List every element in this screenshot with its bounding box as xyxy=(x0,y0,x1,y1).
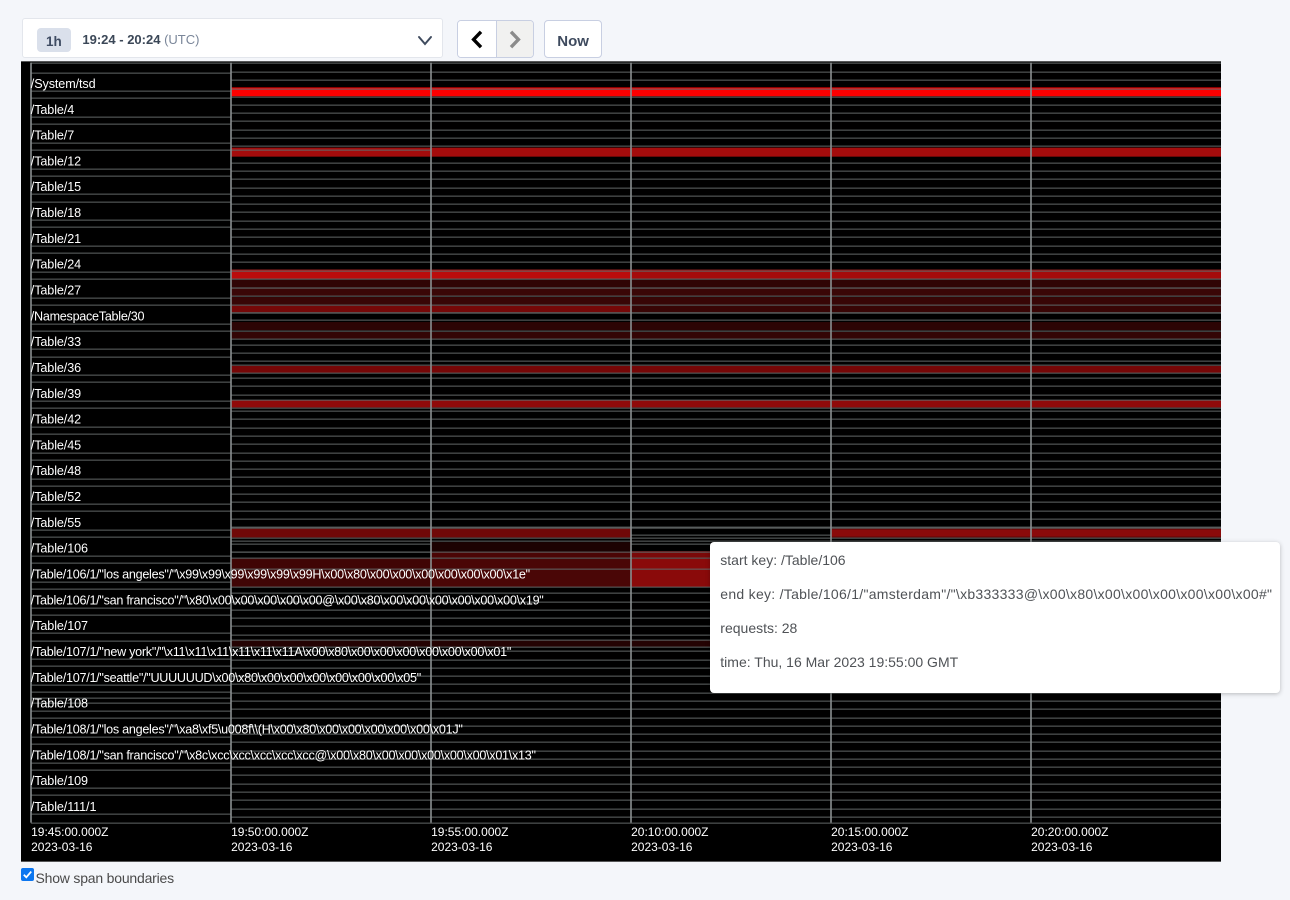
svg-text:/Table/109: /Table/109 xyxy=(31,774,88,788)
svg-text:/Table/108/1/"san francisco"/": /Table/108/1/"san francisco"/"\x8c\xcc\x… xyxy=(31,748,536,762)
svg-text:20:15:00.000Z: 20:15:00.000Z xyxy=(831,825,908,839)
svg-text:/Table/108/1/"los angeles"/"\x: /Table/108/1/"los angeles"/"\xa8\xf5\u00… xyxy=(31,722,463,736)
svg-text:/Table/18: /Table/18 xyxy=(31,206,81,220)
svg-text:19:50:00.000Z: 19:50:00.000Z xyxy=(231,825,308,839)
svg-text:/Table/106: /Table/106 xyxy=(31,541,88,555)
svg-text:/Table/21: /Table/21 xyxy=(31,232,81,246)
svg-text:2023-03-16: 2023-03-16 xyxy=(231,840,293,854)
svg-text:/Table/106/1/"san francisco"/": /Table/106/1/"san francisco"/"\x80\x00\x… xyxy=(31,593,544,607)
svg-text:/Table/24: /Table/24 xyxy=(31,257,81,271)
svg-text:/Table/42: /Table/42 xyxy=(31,412,81,426)
svg-text:/System/tsd: /System/tsd xyxy=(31,77,96,91)
svg-text:2023-03-16: 2023-03-16 xyxy=(631,840,693,854)
svg-text:/NamespaceTable/30: /NamespaceTable/30 xyxy=(31,309,145,323)
svg-text:/Table/33: /Table/33 xyxy=(31,335,81,349)
svg-text:/Table/55: /Table/55 xyxy=(31,516,81,530)
svg-text:2023-03-16: 2023-03-16 xyxy=(1031,840,1093,854)
svg-text:/Table/27: /Table/27 xyxy=(31,283,81,297)
svg-text:/Table/7: /Table/7 xyxy=(31,128,74,142)
svg-text:/Table/107/1/"seattle"/"UUUUUU: /Table/107/1/"seattle"/"UUUUUUD\x00\x80\… xyxy=(31,670,421,684)
svg-text:/Table/106/1/"los angeles"/"\x: /Table/106/1/"los angeles"/"\x99\x99\x99… xyxy=(31,567,530,581)
svg-text:/Table/108: /Table/108 xyxy=(31,696,88,710)
svg-text:/Table/45: /Table/45 xyxy=(31,438,81,452)
svg-text:/Table/52: /Table/52 xyxy=(31,490,81,504)
svg-text:2023-03-16: 2023-03-16 xyxy=(31,840,93,854)
svg-text:20:20:00.000Z: 20:20:00.000Z xyxy=(1031,825,1108,839)
svg-text:/Table/107: /Table/107 xyxy=(31,619,88,633)
svg-text:/Table/4: /Table/4 xyxy=(31,102,74,116)
svg-text:19:55:00.000Z: 19:55:00.000Z xyxy=(431,825,508,839)
svg-text:/Table/48: /Table/48 xyxy=(31,464,81,478)
svg-text:/Table/12: /Table/12 xyxy=(31,154,81,168)
svg-text:/Table/107/1/"new york"/"\x11\: /Table/107/1/"new york"/"\x11\x11\x11\x1… xyxy=(31,645,511,659)
svg-text:2023-03-16: 2023-03-16 xyxy=(431,840,493,854)
svg-text:20:10:00.000Z: 20:10:00.000Z xyxy=(631,825,708,839)
svg-text:/Table/36: /Table/36 xyxy=(31,361,81,375)
svg-text:/Table/39: /Table/39 xyxy=(31,386,81,400)
svg-text:2023-03-16: 2023-03-16 xyxy=(831,840,893,854)
svg-text:19:45:00.000Z: 19:45:00.000Z xyxy=(31,825,108,839)
svg-text:/Table/111/1: /Table/111/1 xyxy=(31,800,97,814)
svg-text:/Table/15: /Table/15 xyxy=(31,180,81,194)
